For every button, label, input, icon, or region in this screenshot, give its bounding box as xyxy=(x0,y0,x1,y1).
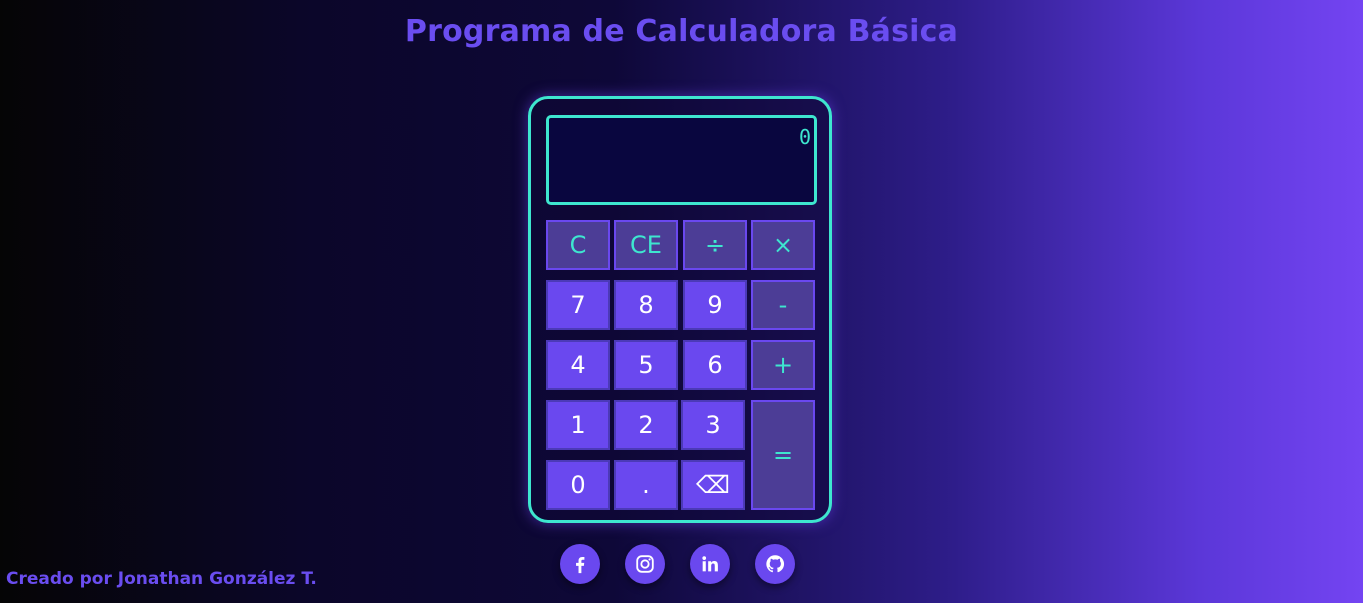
digit-1-button[interactable]: 1 xyxy=(546,400,610,450)
instagram-button[interactable] xyxy=(625,544,665,584)
instagram-icon xyxy=(636,555,654,573)
facebook-button[interactable] xyxy=(560,544,600,584)
digit-9-button[interactable]: 9 xyxy=(683,280,747,330)
linkedin-icon xyxy=(702,556,718,572)
linkedin-button[interactable] xyxy=(690,544,730,584)
calculator-display: 0 xyxy=(546,115,817,205)
digit-3-button[interactable]: 3 xyxy=(681,400,745,450)
clear-button[interactable]: C xyxy=(546,220,610,270)
digit-2-button[interactable]: 2 xyxy=(614,400,678,450)
facebook-icon xyxy=(576,556,585,574)
digit-0-button[interactable]: 0 xyxy=(546,460,610,510)
github-button[interactable] xyxy=(755,544,795,584)
digit-4-button[interactable]: 4 xyxy=(546,340,610,390)
subtract-button[interactable]: - xyxy=(751,280,815,330)
multiply-button[interactable]: × xyxy=(751,220,815,270)
digit-6-button[interactable]: 6 xyxy=(683,340,747,390)
calculator: 0 C CE ÷ × 7 8 9 - 4 5 6 + 1 2 3 = 0 . ⌫ xyxy=(528,96,832,523)
digit-5-button[interactable]: 5 xyxy=(614,340,678,390)
decimal-button[interactable]: . xyxy=(614,460,678,510)
divide-button[interactable]: ÷ xyxy=(683,220,747,270)
digit-8-button[interactable]: 8 xyxy=(614,280,678,330)
equals-button[interactable]: = xyxy=(751,400,815,510)
github-icon xyxy=(766,555,785,573)
backspace-button[interactable]: ⌫ xyxy=(681,460,745,510)
digit-7-button[interactable]: 7 xyxy=(546,280,610,330)
add-button[interactable]: + xyxy=(751,340,815,390)
clear-entry-button[interactable]: CE xyxy=(614,220,678,270)
page-title: Programa de Calculadora Básica xyxy=(404,14,959,49)
author-credit: Creado por Jonathan González T. xyxy=(6,569,317,589)
